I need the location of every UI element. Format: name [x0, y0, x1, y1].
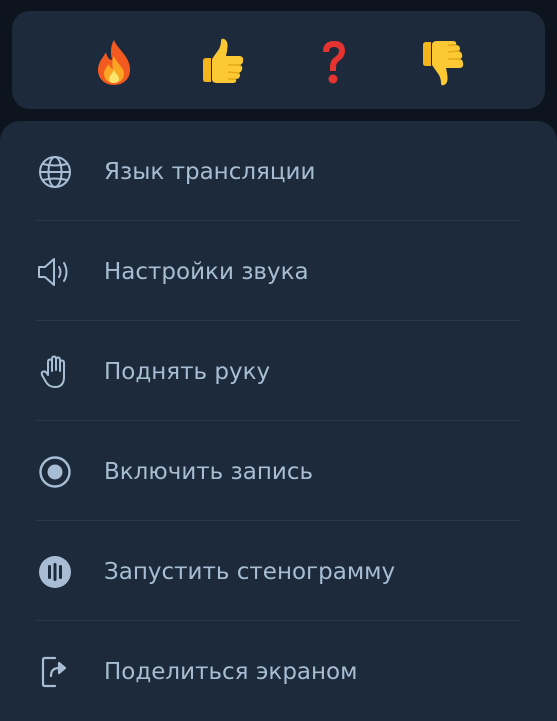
reaction-question-button[interactable]	[310, 38, 358, 86]
reaction-fire-button[interactable]	[90, 38, 138, 86]
options-menu: Язык трансляции Настройки звука Поднять …	[0, 121, 557, 721]
speaker-icon	[36, 253, 74, 291]
reactions-bar	[12, 11, 545, 109]
share-screen-icon	[36, 653, 74, 691]
question-mark-icon	[319, 38, 349, 86]
menu-item-label: Включить запись	[104, 459, 314, 485]
menu-item-start-transcript[interactable]: Запустить стенограмму	[0, 521, 557, 621]
menu-item-sound-settings[interactable]: Настройки звука	[0, 221, 557, 321]
transcript-icon	[36, 553, 74, 591]
reaction-thumbs-up-button[interactable]	[198, 38, 246, 86]
menu-item-label: Поднять руку	[104, 359, 271, 385]
menu-item-start-recording[interactable]: Включить запись	[0, 421, 557, 521]
fire-icon	[92, 38, 136, 86]
menu-item-label: Запустить стенограмму	[104, 559, 396, 585]
menu-item-label: Поделиться экраном	[104, 659, 358, 685]
menu-item-label: Язык трансляции	[104, 159, 316, 185]
thumbs-up-icon	[197, 37, 247, 87]
reaction-thumbs-down-button[interactable]	[418, 38, 466, 86]
thumbs-down-icon	[417, 37, 467, 87]
record-icon	[36, 453, 74, 491]
menu-item-raise-hand[interactable]: Поднять руку	[0, 321, 557, 421]
menu-item-share-screen[interactable]: Поделиться экраном	[0, 621, 557, 721]
menu-item-broadcast-language[interactable]: Язык трансляции	[0, 121, 557, 221]
globe-icon	[36, 153, 74, 191]
menu-item-label: Настройки звука	[104, 259, 309, 285]
hand-icon	[36, 353, 74, 391]
